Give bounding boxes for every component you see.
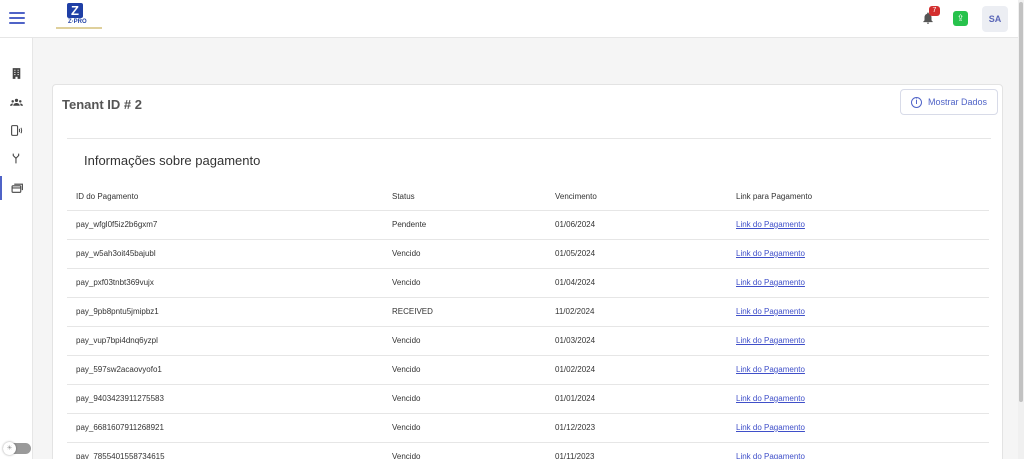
payment-id: pay_7855401558734615 bbox=[67, 442, 383, 459]
top-bar: Z Z·PRO 7 ⇪ SA bbox=[0, 0, 1024, 38]
table-row: pay_9pb8pntu5jmipbz1 RECEIVED 11/02/2024 Li… bbox=[67, 297, 989, 327]
payment-due-date: 01/02/2024 bbox=[546, 355, 727, 385]
payment-id: pay_9403423911275583 bbox=[67, 384, 383, 414]
payment-status: Vencido bbox=[383, 413, 546, 443]
header-status: Status bbox=[383, 183, 546, 211]
table-row: pay_vup7bpi4dnq6yzpl Vencido 01/03/2024 Lin… bbox=[67, 326, 989, 356]
info-icon: i bbox=[910, 96, 922, 108]
payment-link-cell: Link do Pagamento bbox=[727, 268, 989, 298]
payment-due-date: 11/02/2024 bbox=[546, 297, 727, 327]
payment-due-date: 01/12/2023 bbox=[546, 413, 727, 443]
payment-link[interactable]: Link do Pagamento bbox=[736, 336, 805, 345]
fork-icon bbox=[12, 153, 20, 163]
table-row: pay_w5ah3oit45bajubl Vencido 01/05/2024 Lin… bbox=[67, 239, 989, 269]
payment-due-date: 01/03/2024 bbox=[546, 326, 727, 356]
payment-link[interactable]: Link do Pagamento bbox=[736, 452, 805, 459]
cards-icon bbox=[11, 183, 23, 193]
payment-link-cell: Link do Pagamento bbox=[727, 210, 989, 240]
payment-link[interactable]: Link do Pagamento bbox=[736, 220, 805, 229]
payment-link[interactable]: Link do Pagamento bbox=[736, 249, 805, 258]
sidebar-item-fork[interactable] bbox=[0, 146, 33, 170]
payment-link-cell: Link do Pagamento bbox=[727, 239, 989, 269]
payment-link[interactable]: Link do Pagamento bbox=[736, 394, 805, 403]
payment-link-cell: Link do Pagamento bbox=[727, 297, 989, 327]
header-id: ID do Pagamento bbox=[67, 183, 383, 211]
payment-status: Vencido bbox=[383, 384, 546, 414]
payment-id: pay_pxf03tnbt369vujx bbox=[67, 268, 383, 298]
payment-status: Vencido bbox=[383, 268, 546, 298]
logo: Z Z·PRO bbox=[56, 3, 102, 33]
tenant-card: Tenant ID # 2 i Mostrar Dados Informaçõe… bbox=[52, 84, 1003, 459]
show-data-button[interactable]: i Mostrar Dados bbox=[900, 89, 998, 115]
scrollbar-thumb[interactable] bbox=[1019, 2, 1023, 402]
payment-status: RECEIVED bbox=[383, 297, 546, 327]
payment-due-date: 01/11/2023 bbox=[546, 442, 727, 459]
payment-status: Vencido bbox=[383, 355, 546, 385]
payment-due-date: 01/04/2024 bbox=[546, 268, 727, 298]
payments-table: ID do Pagamento Status Vencimento Link p… bbox=[67, 183, 989, 459]
upload-icon[interactable]: ⇪ bbox=[953, 11, 968, 26]
payment-status: Pendente bbox=[383, 210, 546, 240]
table-row: pay_9403423911275583 Vencido 01/01/2024 Lin… bbox=[67, 384, 989, 414]
payment-id: pay_597sw2acaovyofo1 bbox=[67, 355, 383, 385]
payment-id: pay_9pb8pntu5jmipbz1 bbox=[67, 297, 383, 327]
payment-id: pay_6681607911268921 bbox=[67, 413, 383, 443]
table-row: pay_wfgl0f5iz2b6gxm7 Pendente 01/06/2024 Li… bbox=[67, 210, 989, 240]
payment-link[interactable]: Link do Pagamento bbox=[736, 423, 805, 432]
menu-icon[interactable] bbox=[9, 12, 25, 26]
avatar[interactable]: SA bbox=[982, 6, 1008, 32]
sidebar-item-users[interactable] bbox=[0, 90, 33, 114]
payment-status: Vencido bbox=[383, 239, 546, 269]
payment-link-cell: Link do Pagamento bbox=[727, 326, 989, 356]
theme-toggle[interactable]: ☀ bbox=[3, 442, 31, 455]
payment-id: pay_vup7bpi4dnq6yzpl bbox=[67, 326, 383, 356]
table-header-row: ID do Pagamento Status Vencimento Link p… bbox=[67, 183, 989, 211]
table-row: pay_7855401558734615 Vencido 01/11/2023 Lin… bbox=[67, 442, 989, 459]
divider bbox=[67, 138, 991, 139]
sidebar-item-building[interactable] bbox=[0, 61, 33, 85]
payment-due-date: 01/06/2024 bbox=[546, 210, 727, 240]
payment-link-cell: Link do Pagamento bbox=[727, 355, 989, 385]
sidebar: ☀ bbox=[0, 38, 33, 459]
notification-badge: 7 bbox=[929, 6, 940, 16]
payment-id: pay_wfgl0f5iz2b6gxm7 bbox=[67, 210, 383, 240]
payment-due-date: 01/01/2024 bbox=[546, 384, 727, 414]
payment-status: Vencido bbox=[383, 442, 546, 459]
payment-link-cell: Link do Pagamento bbox=[727, 442, 989, 459]
payment-link[interactable]: Link do Pagamento bbox=[736, 365, 805, 374]
phone-wave-icon bbox=[11, 124, 23, 136]
header-due: Vencimento bbox=[546, 183, 727, 211]
section-title: Informações sobre pagamento bbox=[84, 153, 261, 168]
table-row: pay_597sw2acaovyofo1 Vencido 01/02/2024 Lin… bbox=[67, 355, 989, 385]
payment-id: pay_w5ah3oit45bajubl bbox=[67, 239, 383, 269]
payment-link[interactable]: Link do Pagamento bbox=[736, 307, 805, 316]
show-data-label: Mostrar Dados bbox=[927, 97, 988, 107]
payment-status: Vencido bbox=[383, 326, 546, 356]
page-title: Tenant ID # 2 bbox=[62, 97, 142, 112]
payment-link[interactable]: Link do Pagamento bbox=[736, 278, 805, 287]
table-row: pay_6681607911268921 Vencido 01/12/2023 Lin… bbox=[67, 413, 989, 443]
payment-link-cell: Link do Pagamento bbox=[727, 384, 989, 414]
sidebar-item-cards[interactable] bbox=[0, 176, 33, 200]
payment-due-date: 01/05/2024 bbox=[546, 239, 727, 269]
sun-icon: ☀ bbox=[3, 442, 16, 455]
table-row: pay_pxf03tnbt369vujx Vencido 01/04/2024 Lin… bbox=[67, 268, 989, 298]
payment-link-cell: Link do Pagamento bbox=[727, 413, 989, 443]
logo-text: Z·PRO bbox=[68, 19, 87, 25]
scrollbar[interactable] bbox=[1018, 0, 1024, 459]
users-icon bbox=[10, 98, 23, 106]
logo-underline bbox=[56, 27, 102, 29]
sidebar-item-phone[interactable] bbox=[0, 118, 33, 142]
building-icon bbox=[12, 67, 21, 79]
header-link: Link para Pagamento bbox=[727, 183, 989, 211]
logo-mark: Z bbox=[67, 3, 83, 18]
